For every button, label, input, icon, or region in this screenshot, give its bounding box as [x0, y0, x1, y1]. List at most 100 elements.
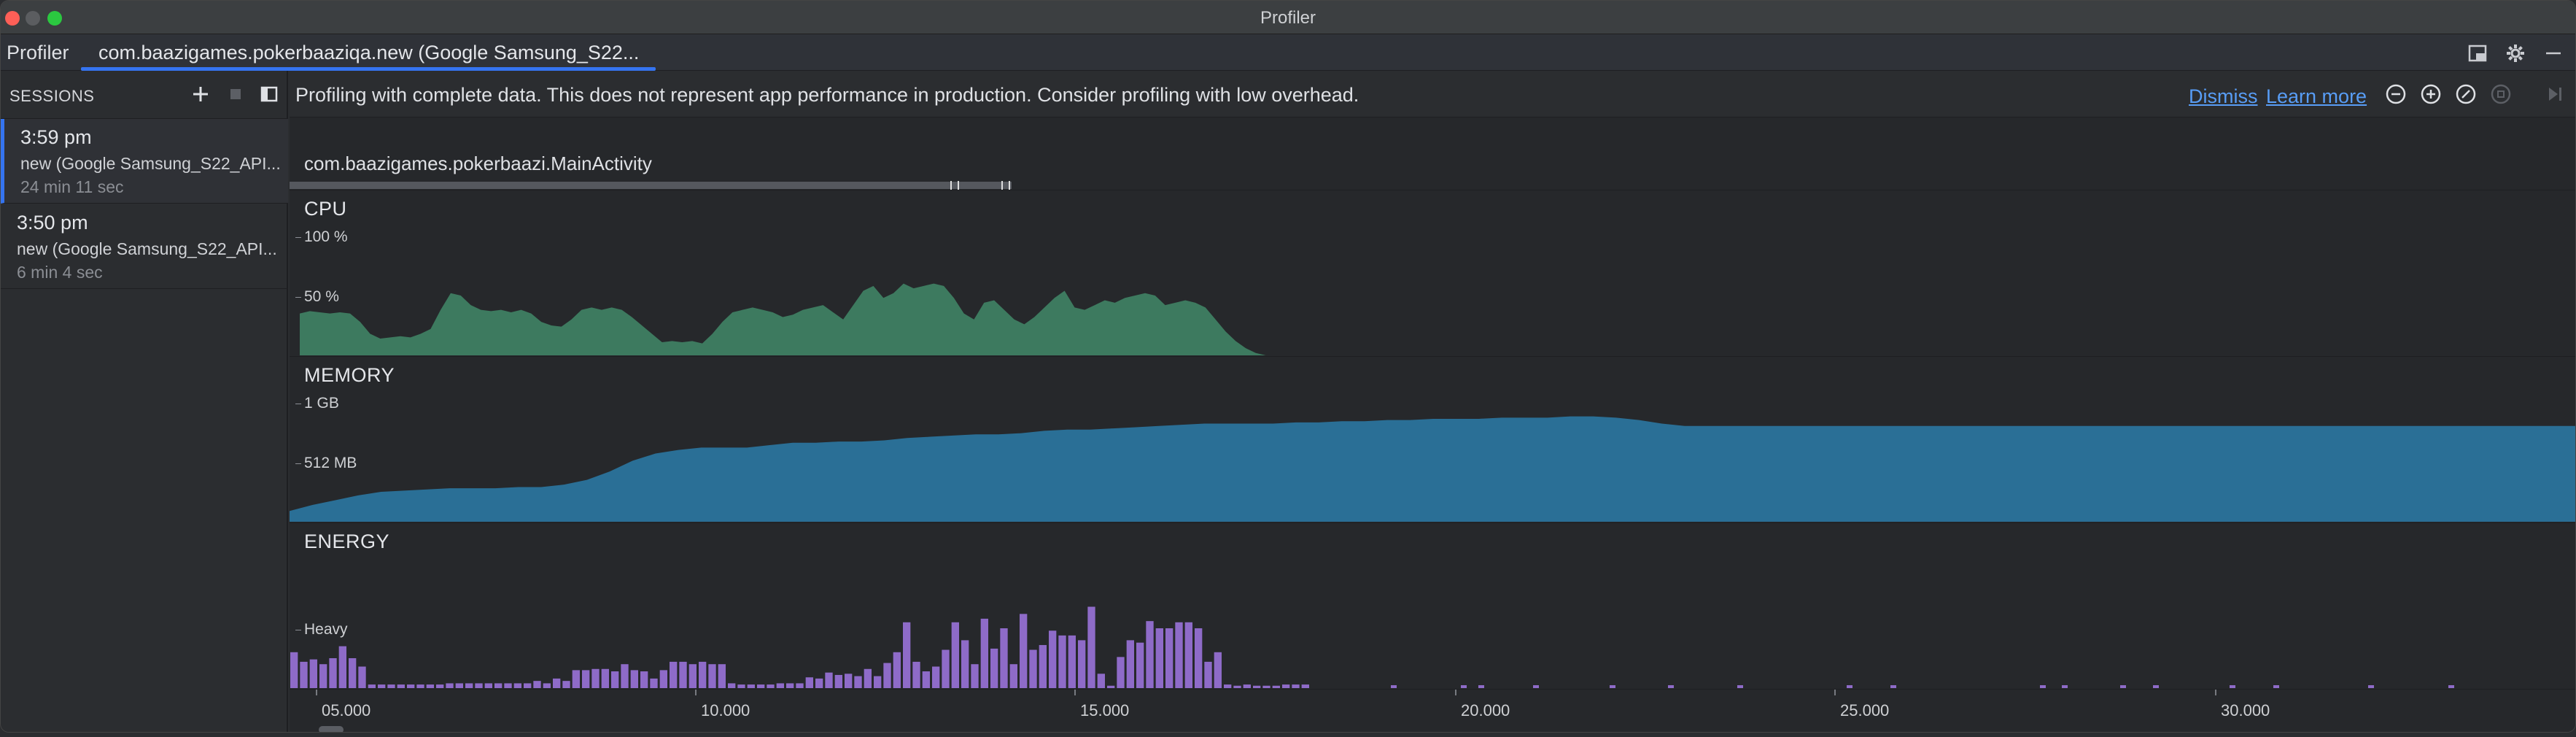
time-label: 30.000: [2221, 701, 2270, 719]
energy-bar: [1847, 685, 1853, 688]
time-tick: [1074, 690, 1076, 695]
title-bar: Profiler: [1, 1, 2575, 34]
cpu-tick-50: 50 %: [295, 288, 339, 305]
memory-lane[interactable]: MEMORY 1 GB 512 MB: [290, 357, 2575, 523]
time-tick: [316, 690, 317, 695]
energy-bar: [2368, 685, 2374, 688]
energy-bar: [1049, 630, 1057, 688]
reset-zoom-icon[interactable]: [2454, 82, 2478, 106]
energy-bar: [319, 664, 327, 688]
time-axis[interactable]: 05.000 10.000 15.000 20.000 25.000 30.00…: [290, 690, 2575, 732]
energy-bar: [1610, 685, 1615, 688]
energy-bar: [1136, 642, 1144, 688]
session-time: 3:50 pm: [17, 212, 88, 234]
energy-bar: [1737, 685, 1743, 688]
energy-bar: [621, 664, 629, 688]
energy-bar: [338, 646, 346, 688]
energy-bar: [582, 670, 590, 688]
go-to-live-icon[interactable]: [2543, 82, 2567, 106]
tab-active-session[interactable]: com.baazigames.pokerbaaziqa.new (Google …: [81, 34, 656, 71]
minimize-panel-icon[interactable]: [2543, 43, 2564, 63]
energy-bar: [1146, 621, 1154, 688]
zoom-to-selection-icon[interactable]: [2489, 82, 2513, 106]
energy-bar: [475, 683, 483, 688]
cpu-tick-100: 100 %: [295, 228, 348, 245]
energy-bar: [737, 684, 745, 688]
energy-bar: [767, 684, 775, 688]
zoom-in-icon[interactable]: [2419, 82, 2443, 106]
energy-bar: [1068, 635, 1076, 688]
energy-bar: [883, 663, 891, 688]
energy-bar: [426, 684, 434, 688]
energy-bar: [1058, 635, 1066, 688]
session-time: 3:59 pm: [20, 126, 92, 148]
time-tick: [1455, 690, 1456, 695]
energy-bar: [562, 681, 570, 688]
time-label: 20.000: [1461, 701, 1510, 719]
gear-icon[interactable]: [2505, 43, 2526, 63]
activity-track[interactable]: [290, 181, 1012, 190]
energy-usage-chart: [290, 606, 2454, 688]
session-item[interactable]: 3:59 pm new (Google Samsung_S22_API... 2…: [1, 119, 288, 204]
energy-lane[interactable]: ENERGY Heavy: [290, 523, 2575, 690]
energy-bar: [290, 652, 298, 688]
cpu-title: CPU: [304, 198, 347, 220]
energy-bar: [834, 674, 842, 688]
energy-bar: [1391, 685, 1397, 688]
time-tick: [1834, 690, 1836, 695]
energy-bar: [630, 670, 638, 688]
energy-bar: [1224, 684, 1232, 688]
energy-bar: [1243, 684, 1251, 688]
energy-bar: [1039, 644, 1047, 688]
energy-bar: [912, 661, 920, 688]
energy-bar: [1533, 685, 1539, 688]
energy-bar: [640, 671, 648, 688]
layout-icon[interactable]: [2467, 43, 2488, 63]
energy-bar: [805, 677, 813, 688]
energy-bar: [1272, 685, 1280, 688]
energy-bar: [1126, 640, 1134, 688]
horizontal-scrollbar[interactable]: [319, 726, 344, 732]
time-label: 10.000: [701, 701, 750, 719]
time-tick: [695, 690, 697, 695]
sessions-title: SESSIONS: [9, 87, 95, 105]
banner-message: Profiling with complete data. This does …: [295, 84, 1359, 106]
energy-bar: [358, 666, 366, 688]
energy-bar: [776, 683, 784, 688]
energy-bar: [1890, 685, 1896, 688]
energy-bar: [679, 661, 687, 688]
cpu-usage-chart: [300, 283, 1296, 355]
stop-session-icon[interactable]: [224, 82, 247, 106]
energy-bar: [543, 683, 551, 688]
time-tick: [2215, 690, 2216, 695]
add-session-icon[interactable]: [189, 82, 212, 106]
energy-bar: [874, 676, 882, 688]
memory-usage-chart: [290, 416, 2575, 522]
energy-bar: [329, 658, 337, 688]
energy-bar: [670, 661, 678, 688]
energy-bar: [961, 640, 969, 688]
zoom-out-icon[interactable]: [2384, 82, 2408, 106]
energy-bar: [2448, 685, 2454, 688]
energy-bar: [650, 678, 658, 688]
energy-bar: [728, 683, 736, 688]
session-item[interactable]: 3:50 pm new (Google Samsung_S22_API... 6…: [1, 204, 288, 289]
collapse-panel-icon[interactable]: [257, 82, 281, 106]
profiler-window: Profiler Profiler com.baazigames.pokerba…: [0, 0, 2576, 733]
energy-bar: [757, 684, 765, 688]
energy-bar: [572, 670, 580, 688]
energy-bar: [815, 678, 823, 688]
time-label: 25.000: [1840, 701, 1890, 719]
learn-more-link[interactable]: Learn more: [2266, 85, 2367, 108]
dismiss-link[interactable]: Dismiss: [2189, 85, 2258, 108]
energy-bar: [446, 683, 454, 688]
energy-bar: [1029, 649, 1037, 688]
energy-bar: [436, 684, 444, 688]
energy-bar: [747, 684, 755, 688]
tool-window-label[interactable]: Profiler: [7, 42, 69, 64]
energy-bar: [300, 661, 308, 688]
energy-bar: [601, 668, 609, 688]
cpu-lane[interactable]: CPU 100 % 50 %: [290, 190, 2575, 357]
energy-bar: [611, 671, 619, 688]
energy-bar: [465, 683, 473, 688]
